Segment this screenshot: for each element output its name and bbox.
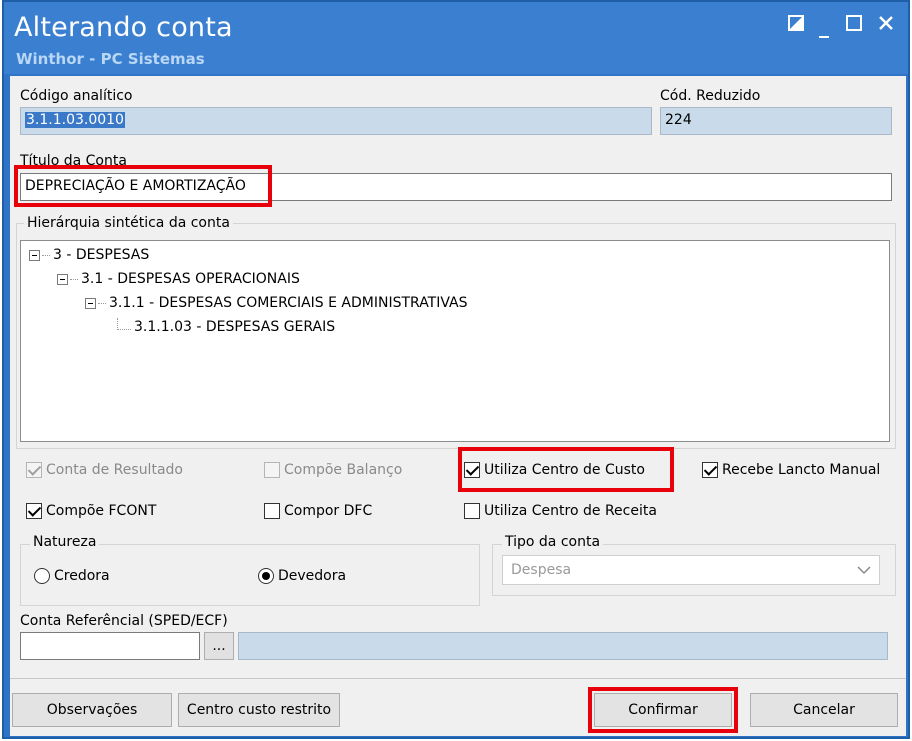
maximize-icon[interactable] bbox=[846, 14, 862, 34]
tree-node-2[interactable]: 3.1 - DESPESAS OPERACIONAIS bbox=[57, 271, 300, 287]
checkbox-compoe-fcont[interactable]: Compõe FCONT bbox=[26, 503, 156, 519]
checkbox-compor-dfc[interactable]: Compor DFC bbox=[264, 503, 372, 519]
close-icon[interactable] bbox=[878, 14, 894, 34]
browse-button[interactable]: ... bbox=[204, 632, 234, 660]
tipo-conta-title: Tipo da conta bbox=[502, 534, 604, 550]
highlight-confirmar bbox=[588, 687, 738, 733]
tree-node-4[interactable]: 3.1.1.03 - DESPESAS GERAIS bbox=[117, 318, 335, 335]
conta-referencial-description bbox=[238, 632, 888, 660]
observacoes-button[interactable]: Observações bbox=[12, 693, 172, 727]
checkbox-conta-resultado[interactable]: Conta de Resultado bbox=[26, 462, 183, 478]
window-subtitle: Winthor - PC Sistemas bbox=[16, 50, 205, 68]
conta-referencial-input[interactable] bbox=[20, 632, 200, 660]
tipo-conta-value: Despesa bbox=[511, 562, 572, 578]
hierarchy-tree[interactable]: 3 - DESPESAS 3.1 - DESPESAS OPERACIONAIS… bbox=[20, 240, 890, 442]
codigo-analitico-value: 3.1.1.03.0010 bbox=[25, 112, 125, 128]
restore-icon[interactable] bbox=[788, 14, 804, 34]
button-bar: Observações Centro custo restrito Confir… bbox=[10, 678, 906, 736]
dialog-body: Código analítico 3.1.1.03.0010 Cód. Redu… bbox=[10, 76, 906, 736]
cod-reduzido-label: Cód. Reduzido bbox=[660, 88, 761, 104]
minimize-icon[interactable] bbox=[818, 22, 832, 42]
codigo-analitico-field[interactable]: 3.1.1.03.0010 bbox=[20, 107, 652, 135]
collapse-icon[interactable] bbox=[57, 273, 68, 285]
radio-devedora[interactable]: Devedora bbox=[258, 568, 346, 584]
tipo-conta-select[interactable]: Despesa bbox=[502, 555, 880, 585]
chevron-down-icon bbox=[857, 563, 871, 579]
window-title: Alterando conta bbox=[14, 12, 233, 43]
hierarchy-title: Hierárquia sintética da conta bbox=[24, 215, 233, 231]
codigo-analitico-label: Código analítico bbox=[20, 88, 133, 104]
checkbox-recebe-lancto-manual[interactable]: Recebe Lancto Manual bbox=[702, 462, 880, 478]
radio-credora[interactable]: Credora bbox=[34, 568, 110, 584]
tree-node-3[interactable]: 3.1.1 - DESPESAS COMERCIAIS E ADMINISTRA… bbox=[85, 295, 468, 311]
highlight-titulo bbox=[14, 165, 272, 207]
cod-reduzido-field[interactable]: 224 bbox=[660, 107, 892, 135]
cancelar-button[interactable]: Cancelar bbox=[750, 693, 898, 727]
natureza-title: Natureza bbox=[30, 534, 100, 550]
checkbox-utiliza-centro-receita[interactable]: Utiliza Centro de Receita bbox=[464, 503, 657, 519]
centro-custo-restrito-button[interactable]: Centro custo restrito bbox=[178, 693, 340, 727]
checkbox-compoe-balanco[interactable]: Compõe Balanço bbox=[264, 462, 402, 478]
dialog-window: Alterando conta Winthor - PC Sistemas Có… bbox=[2, 0, 910, 739]
conta-referencial-label: Conta Referêncial (SPED/ECF) bbox=[20, 613, 228, 629]
tree-node-1[interactable]: 3 - DESPESAS bbox=[29, 247, 149, 263]
title-bar[interactable]: Alterando conta Winthor - PC Sistemas bbox=[4, 2, 908, 74]
highlight-centro-custo bbox=[458, 447, 674, 492]
collapse-icon[interactable] bbox=[29, 249, 40, 261]
tree-connector bbox=[117, 318, 131, 330]
collapse-icon[interactable] bbox=[85, 297, 96, 309]
